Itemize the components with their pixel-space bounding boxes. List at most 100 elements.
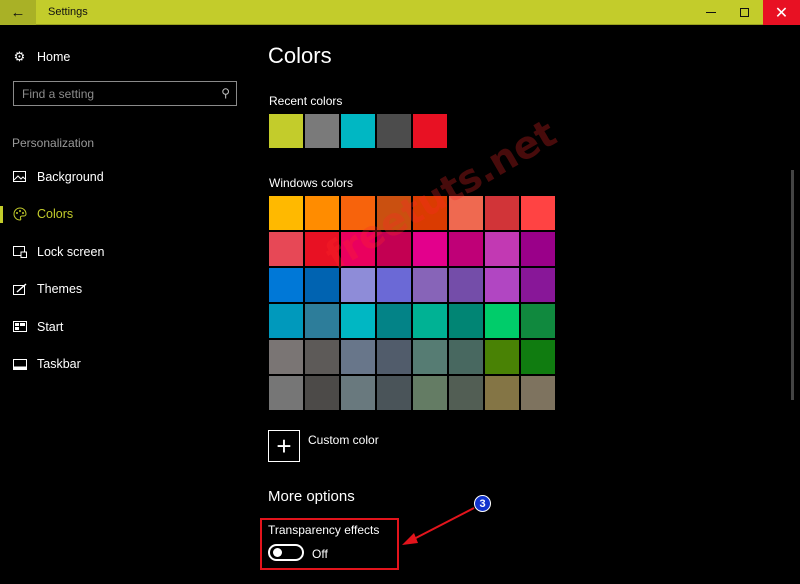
search-icon[interactable]: ⚲ [221, 86, 230, 100]
windows-color-swatch[interactable] [377, 196, 411, 230]
windows-color-swatch[interactable] [521, 196, 555, 230]
windows-color-swatch[interactable] [449, 232, 483, 266]
close-button[interactable]: ✕ [763, 0, 800, 25]
sidebar-item-label: Colors [37, 207, 74, 222]
windows-color-swatch[interactable] [305, 340, 339, 374]
windows-color-swatch[interactable] [341, 376, 375, 410]
windows-color-swatch[interactable] [341, 340, 375, 374]
windows-color-swatch[interactable] [449, 268, 483, 302]
palette-icon [12, 207, 27, 222]
maximize-button[interactable] [728, 0, 761, 25]
windows-color-swatch[interactable] [377, 268, 411, 302]
windows-color-swatch[interactable] [485, 304, 519, 338]
step-badge: 3 [474, 495, 491, 512]
windows-color-swatch[interactable] [305, 196, 339, 230]
plus-icon: + [276, 431, 292, 461]
windows-color-swatch[interactable] [305, 232, 339, 266]
custom-color-button[interactable]: + [268, 430, 300, 462]
transparency-state: Off [312, 547, 328, 561]
recent-colors-label: Recent colors [269, 94, 343, 108]
windows-color-swatch[interactable] [341, 268, 375, 302]
windows-color-swatch[interactable] [305, 376, 339, 410]
recent-color-swatch[interactable] [377, 114, 411, 148]
windows-color-swatch[interactable] [269, 268, 303, 302]
sidebar-item-start[interactable]: Start [0, 308, 250, 346]
windows-color-swatch[interactable] [485, 268, 519, 302]
windows-color-swatch[interactable] [521, 376, 555, 410]
windows-color-swatch[interactable] [413, 268, 447, 302]
windows-color-swatch[interactable] [377, 304, 411, 338]
windows-color-swatch[interactable] [269, 340, 303, 374]
windows-color-swatch[interactable] [485, 196, 519, 230]
windows-color-swatch[interactable] [521, 268, 555, 302]
recent-color-swatch[interactable] [269, 114, 303, 148]
windows-color-swatch[interactable] [377, 376, 411, 410]
windows-color-swatch[interactable] [341, 232, 375, 266]
windows-colors-grid [269, 196, 555, 410]
windows-color-swatch[interactable] [341, 304, 375, 338]
windows-color-swatch[interactable] [413, 196, 447, 230]
windows-color-swatch[interactable] [269, 232, 303, 266]
custom-color-label: Custom color [308, 433, 379, 447]
back-button[interactable]: ← [0, 0, 36, 25]
windows-color-swatch[interactable] [485, 340, 519, 374]
transparency-toggle[interactable] [268, 544, 304, 561]
sidebar-item-taskbar[interactable]: Taskbar [0, 346, 250, 384]
image-icon [12, 169, 27, 184]
windows-color-swatch[interactable] [269, 196, 303, 230]
sidebar-nav: Background Colors Lock screen Themes Sta… [0, 158, 250, 383]
sidebar-item-background[interactable]: Background [0, 158, 250, 196]
recent-color-swatch[interactable] [413, 114, 447, 148]
windows-color-swatch[interactable] [449, 376, 483, 410]
windows-color-swatch[interactable] [413, 232, 447, 266]
back-arrow-icon: ← [10, 4, 26, 21]
windows-color-swatch[interactable] [269, 376, 303, 410]
windows-color-swatch[interactable] [305, 304, 339, 338]
sidebar-item-label: Lock screen [37, 244, 105, 259]
sidebar-item-lock-screen[interactable]: Lock screen [0, 233, 250, 271]
window-title: Settings [48, 6, 88, 18]
windows-color-swatch[interactable] [377, 232, 411, 266]
page-title: Colors [268, 43, 332, 68]
search-box: ⚲ [13, 81, 237, 106]
taskbar-icon [12, 357, 27, 372]
windows-color-swatch[interactable] [449, 340, 483, 374]
sidebar-item-colors[interactable]: Colors [0, 196, 250, 234]
windows-color-swatch[interactable] [521, 340, 555, 374]
more-options-heading: More options [268, 488, 355, 505]
windows-color-swatch[interactable] [449, 304, 483, 338]
windows-color-swatch[interactable] [485, 376, 519, 410]
lock-screen-icon [12, 244, 27, 259]
home-label: Home [37, 50, 71, 64]
search-input[interactable] [14, 82, 214, 105]
windows-colors-label: Windows colors [269, 176, 354, 190]
windows-color-swatch[interactable] [485, 232, 519, 266]
windows-color-swatch[interactable] [305, 268, 339, 302]
home-link[interactable]: ⚙ Home [12, 47, 71, 67]
windows-color-swatch[interactable] [413, 376, 447, 410]
recent-color-swatch[interactable] [305, 114, 339, 148]
windows-color-swatch[interactable] [377, 340, 411, 374]
recent-color-swatch[interactable] [341, 114, 375, 148]
minimize-icon [705, 12, 716, 13]
windows-color-swatch[interactable] [413, 340, 447, 374]
sidebar-item-themes[interactable]: Themes [0, 271, 250, 309]
sidebar-item-label: Themes [37, 282, 83, 297]
windows-color-swatch[interactable] [269, 304, 303, 338]
sidebar-item-label: Taskbar [37, 357, 81, 372]
recent-colors-row [269, 114, 449, 148]
title-bar: ← Settings ✕ [0, 0, 800, 25]
sidebar-item-label: Background [37, 169, 104, 184]
transparency-label: Transparency effects [268, 523, 380, 537]
windows-color-swatch[interactable] [449, 196, 483, 230]
sidebar-item-label: Start [37, 319, 64, 334]
windows-color-swatch[interactable] [413, 304, 447, 338]
gear-icon: ⚙ [13, 49, 26, 64]
windows-color-swatch[interactable] [341, 196, 375, 230]
windows-color-swatch[interactable] [521, 304, 555, 338]
minimize-button[interactable] [694, 0, 727, 25]
maximize-icon [740, 8, 749, 17]
scrollbar[interactable] [791, 170, 794, 400]
toggle-knob [273, 548, 282, 557]
windows-color-swatch[interactable] [521, 232, 555, 266]
